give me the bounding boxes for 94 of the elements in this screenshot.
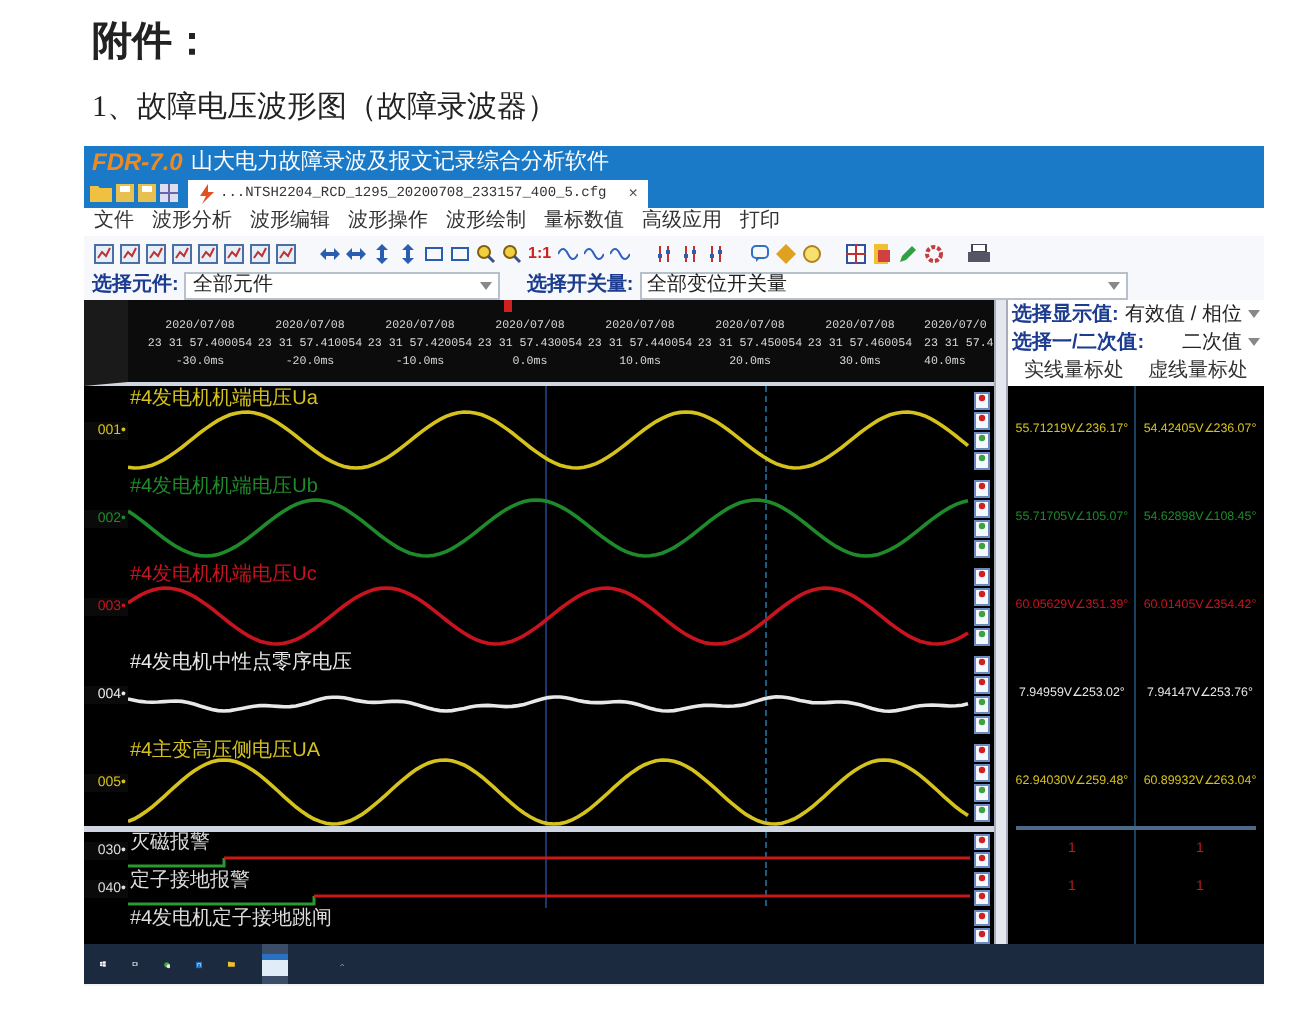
marker-icon[interactable]: [974, 852, 990, 869]
menu-item[interactable]: 波形绘制: [446, 210, 526, 234]
filter-label: 选择开关量:: [526, 273, 634, 297]
marker-icon[interactable]: [974, 715, 990, 734]
chart-icon[interactable]: [120, 243, 140, 263]
option-dropdown[interactable]: 二次值: [1182, 331, 1260, 354]
marker-icon[interactable]: [974, 783, 990, 802]
channel-name: 灭磁报警: [130, 832, 210, 855]
bolt-icon: [198, 184, 214, 204]
marker-icon[interactable]: [974, 587, 990, 606]
scrollbar[interactable]: [994, 300, 1006, 944]
chart-icon[interactable]: [146, 243, 166, 263]
menu-item[interactable]: 量标数值: [544, 210, 624, 234]
chart-icon[interactable]: [172, 243, 192, 263]
wave-icon[interactable]: [557, 243, 578, 263]
chart-icon[interactable]: [198, 243, 218, 263]
channel-name: #4发电机机端电压Uc: [130, 564, 317, 587]
balloon-icon[interactable]: [749, 243, 770, 263]
channel-name: #4发电机中性点零序电压: [130, 652, 353, 675]
column-header: 虚线量标处: [1147, 360, 1248, 383]
vertical-arrows-icon[interactable]: [398, 243, 418, 263]
filter-dropdown[interactable]: 全部变位开关量: [639, 271, 1128, 299]
filter-label: 选择元件:: [92, 273, 179, 297]
menu-item[interactable]: 波形编辑: [250, 210, 330, 234]
caption: 1、故障电压波形图（故障录波器）: [92, 89, 557, 128]
grid-icon[interactable]: [845, 243, 866, 263]
marker-icon[interactable]: [974, 479, 990, 498]
channel-name: #4发电机机端电压Ua: [130, 388, 318, 411]
marker-icon[interactable]: [974, 695, 990, 714]
caret-icon: [1248, 338, 1260, 347]
chart-icon[interactable]: [94, 243, 114, 263]
channel-name: 定子接地报警: [130, 870, 250, 893]
channel-name: #4主变高压侧电压UA: [130, 740, 321, 763]
marker-icon[interactable]: [974, 607, 990, 626]
document-icon[interactable]: [871, 243, 892, 263]
marker-icon[interactable]: [974, 391, 990, 410]
marker-icon[interactable]: [974, 928, 990, 944]
marker-icon[interactable]: [974, 655, 990, 674]
filter-dropdown[interactable]: 全部元件: [184, 271, 501, 299]
horizontal-arrows-icon[interactable]: [320, 243, 340, 263]
caret-icon: [480, 281, 493, 289]
wave-icon[interactable]: [583, 243, 604, 263]
menu-item[interactable]: 文件: [94, 210, 134, 234]
gear-icon[interactable]: [923, 243, 944, 263]
window-icon[interactable]: [261, 953, 288, 975]
cursor-bars-icon[interactable]: [653, 243, 674, 263]
menu-item[interactable]: 波形操作: [348, 210, 428, 234]
caret-icon: [1107, 281, 1120, 289]
close-button[interactable]: ×: [628, 184, 638, 204]
chart-icon[interactable]: [224, 243, 244, 263]
chart-icon[interactable]: [276, 243, 296, 263]
caret-icon: [1248, 310, 1260, 319]
menu-item[interactable]: 高级应用: [642, 210, 722, 234]
pencil-icon[interactable]: [897, 243, 918, 263]
marker-icon[interactable]: [974, 627, 990, 646]
marker-icon[interactable]: [974, 743, 990, 762]
menu-item[interactable]: 打印: [740, 210, 780, 234]
marker-icon[interactable]: [974, 567, 990, 586]
grid-icon[interactable]: [160, 184, 178, 202]
cursor-bars-icon[interactable]: [705, 243, 726, 263]
heading: 附件：: [92, 18, 212, 68]
magnifier-icon[interactable]: [502, 243, 522, 263]
option-label: 选择显示值:: [1011, 303, 1119, 326]
cursor-bars-icon[interactable]: [679, 243, 700, 263]
horizontal-arrows-icon[interactable]: [346, 243, 366, 263]
marker-icon[interactable]: [974, 763, 990, 782]
marker-icon[interactable]: [974, 539, 990, 558]
marker-icon[interactable]: [974, 519, 990, 538]
vertical-arrows-icon[interactable]: [372, 243, 392, 263]
marker-icon[interactable]: [974, 431, 990, 450]
chart-icon[interactable]: [250, 243, 270, 263]
marker-icon[interactable]: [974, 675, 990, 694]
marker-icon[interactable]: [974, 411, 990, 430]
marker-icon[interactable]: [974, 451, 990, 470]
column-header: 实线量标处: [1023, 360, 1124, 383]
wave-icon[interactable]: [609, 243, 630, 263]
circle-icon[interactable]: [801, 243, 822, 263]
option-dropdown[interactable]: 有效值 / 相位: [1125, 303, 1260, 326]
marker-icon[interactable]: [974, 910, 990, 927]
marker-icon[interactable]: [974, 890, 990, 907]
cursor-marker-icon: [504, 300, 512, 312]
marker-icon[interactable]: [974, 803, 990, 822]
option-label: 选择一/二次值:: [1011, 331, 1145, 354]
ratio-button[interactable]: 1:1: [528, 243, 552, 263]
magnifier-icon[interactable]: [476, 243, 496, 263]
channel-name: #4发电机定子接地跳闸: [130, 908, 333, 931]
marker-icon[interactable]: [974, 499, 990, 518]
menu-item[interactable]: 波形分析: [152, 210, 232, 234]
window-title: 山大电力故障录波及报文记录综合分析软件: [190, 147, 609, 175]
channel-name: #4发电机机端电压Ub: [130, 476, 318, 499]
printer-icon[interactable]: [967, 243, 990, 263]
marker-icon[interactable]: [974, 872, 990, 889]
app-logo: FDR-7.0: [92, 147, 183, 175]
marker-icon[interactable]: [974, 834, 990, 851]
